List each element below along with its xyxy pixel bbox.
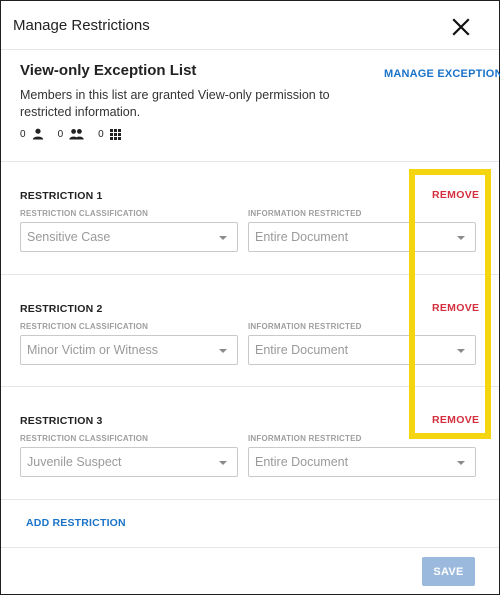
save-button[interactable]: SAVE: [422, 557, 475, 586]
manage-restrictions-dialog: Manage Restrictions View-only Exception …: [0, 0, 500, 595]
group-count: 0: [58, 128, 85, 140]
dropdown-arrow-icon: [219, 461, 227, 465]
classification-value: Sensitive Case: [27, 230, 111, 244]
info-restricted-select[interactable]: Entire Document: [248, 447, 476, 477]
person-icon: [32, 128, 43, 140]
info-restricted-value: Entire Document: [255, 455, 349, 469]
group-icon: [69, 129, 84, 140]
classification-select[interactable]: Sensitive Case: [20, 222, 238, 252]
dropdown-arrow-icon: [457, 349, 465, 353]
classification-value: Juvenile Suspect: [27, 455, 122, 469]
group-count-value: 0: [57, 128, 64, 140]
divider: [1, 499, 499, 500]
classification-label: RESTRICTION CLASSIFICATION: [20, 322, 149, 331]
close-icon: [452, 18, 470, 36]
add-restriction-button[interactable]: ADD RESTRICTION: [26, 517, 126, 529]
dropdown-arrow-icon: [219, 236, 227, 240]
user-count-value: 0: [20, 128, 26, 140]
classification-select[interactable]: Minor Victim or Witness: [20, 335, 238, 365]
dropdown-arrow-icon: [457, 461, 465, 465]
restriction-title: RESTRICTION 1: [20, 190, 103, 202]
exception-list-title: View-only Exception List: [20, 62, 197, 79]
remove-restriction-1-button[interactable]: REMOVE: [432, 189, 479, 201]
info-restricted-value: Entire Document: [255, 230, 349, 244]
classification-select[interactable]: Juvenile Suspect: [20, 447, 238, 477]
info-restricted-label: INFORMATION RESTRICTED: [248, 209, 362, 218]
apps-grid-icon: [109, 128, 121, 140]
restriction-title: RESTRICTION 3: [20, 415, 103, 427]
dropdown-arrow-icon: [219, 349, 227, 353]
app-count-value: 0: [98, 128, 104, 140]
dialog-header: Manage Restrictions: [1, 1, 499, 50]
user-count: 0: [20, 128, 44, 140]
app-count: 0: [98, 128, 121, 140]
classification-label: RESTRICTION CLASSIFICATION: [20, 434, 149, 443]
exception-list-description: Members in this list are granted View-on…: [20, 88, 330, 119]
classification-label: RESTRICTION CLASSIFICATION: [20, 209, 149, 218]
close-button[interactable]: [447, 13, 475, 41]
info-restricted-label: INFORMATION RESTRICTED: [248, 434, 362, 443]
dropdown-arrow-icon: [457, 236, 465, 240]
classification-value: Minor Victim or Witness: [27, 343, 159, 357]
restriction-3: RESTRICTION 3 REMOVE RESTRICTION CLASSIF…: [1, 386, 499, 498]
restriction-1: RESTRICTION 1 REMOVE RESTRICTION CLASSIF…: [1, 161, 499, 273]
restriction-title: RESTRICTION 2: [20, 303, 103, 315]
info-restricted-label: INFORMATION RESTRICTED: [248, 322, 362, 331]
manage-exceptions-button[interactable]: MANAGE EXCEPTIONS: [384, 68, 500, 80]
remove-restriction-3-button[interactable]: REMOVE: [432, 414, 479, 426]
info-restricted-value: Entire Document: [255, 343, 349, 357]
divider: [1, 547, 499, 548]
info-restricted-select[interactable]: Entire Document: [248, 222, 476, 252]
remove-restriction-2-button[interactable]: REMOVE: [432, 302, 479, 314]
exception-counts: 0 0 0: [20, 127, 135, 141]
restriction-2: RESTRICTION 2 REMOVE RESTRICTION CLASSIF…: [1, 274, 499, 386]
dialog-title: Manage Restrictions: [13, 17, 150, 34]
info-restricted-select[interactable]: Entire Document: [248, 335, 476, 365]
